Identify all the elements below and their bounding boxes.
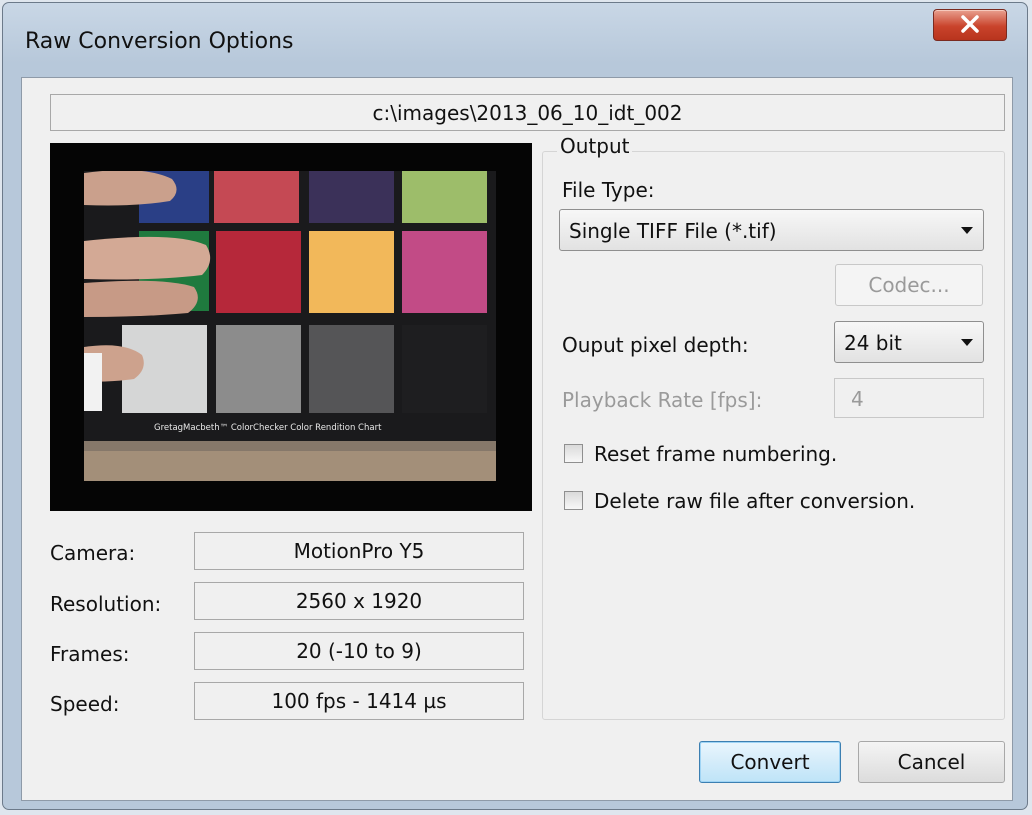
- file-type-label: File Type:: [562, 178, 655, 202]
- camera-value: MotionPro Y5: [194, 532, 524, 570]
- file-path-display: c:\images\2013_06_10_idt_002: [50, 94, 1005, 131]
- file-type-value: Single TIFF File (*.tif): [569, 219, 777, 243]
- dialog-body: c:\images\2013_06_10_idt_002 GretagMacbe…: [21, 77, 1013, 801]
- frames-label: Frames:: [50, 642, 130, 666]
- pixel-depth-value: 24 bit: [844, 331, 902, 355]
- close-icon: [961, 15, 979, 33]
- playback-rate-value: 4: [851, 387, 864, 411]
- preview-thumbnail: GretagMacbeth™ ColorChecker Color Rendit…: [84, 171, 496, 481]
- speed-value: 100 fps - 1414 µs: [194, 682, 524, 720]
- cancel-button[interactable]: Cancel: [858, 741, 1005, 783]
- reset-frame-checkbox[interactable]: [564, 444, 583, 463]
- image-preview: GretagMacbeth™ ColorChecker Color Rendit…: [50, 143, 532, 511]
- chart-caption: GretagMacbeth™ ColorChecker Color Rendit…: [154, 423, 382, 433]
- delete-raw-label[interactable]: Delete raw file after conversion.: [594, 489, 915, 513]
- playback-rate-label: Playback Rate [fps]:: [562, 388, 763, 412]
- frames-value: 20 (-10 to 9): [194, 632, 524, 670]
- dialog-title: Raw Conversion Options: [25, 29, 294, 54]
- raw-conversion-dialog: Raw Conversion Options c:\images\2013_06…: [2, 2, 1028, 810]
- chevron-down-icon: [961, 227, 973, 234]
- speed-label: Speed:: [50, 692, 120, 716]
- convert-button[interactable]: Convert: [699, 741, 841, 783]
- codec-button[interactable]: Codec...: [835, 264, 983, 306]
- chevron-down-icon: [961, 339, 973, 346]
- reset-frame-label[interactable]: Reset frame numbering.: [594, 442, 837, 466]
- resolution-value: 2560 x 1920: [194, 582, 524, 620]
- delete-raw-checkbox[interactable]: [564, 491, 583, 510]
- output-group-title: Output: [557, 134, 633, 158]
- title-bar[interactable]: Raw Conversion Options: [3, 3, 1027, 77]
- pixel-depth-label: Ouput pixel depth:: [562, 333, 749, 357]
- file-type-select[interactable]: Single TIFF File (*.tif): [559, 209, 984, 251]
- playback-rate-input[interactable]: 4: [834, 378, 984, 418]
- camera-label: Camera:: [50, 541, 136, 565]
- pixel-depth-select[interactable]: 24 bit: [834, 321, 984, 363]
- resolution-label: Resolution:: [50, 592, 162, 616]
- close-button[interactable]: [933, 9, 1007, 41]
